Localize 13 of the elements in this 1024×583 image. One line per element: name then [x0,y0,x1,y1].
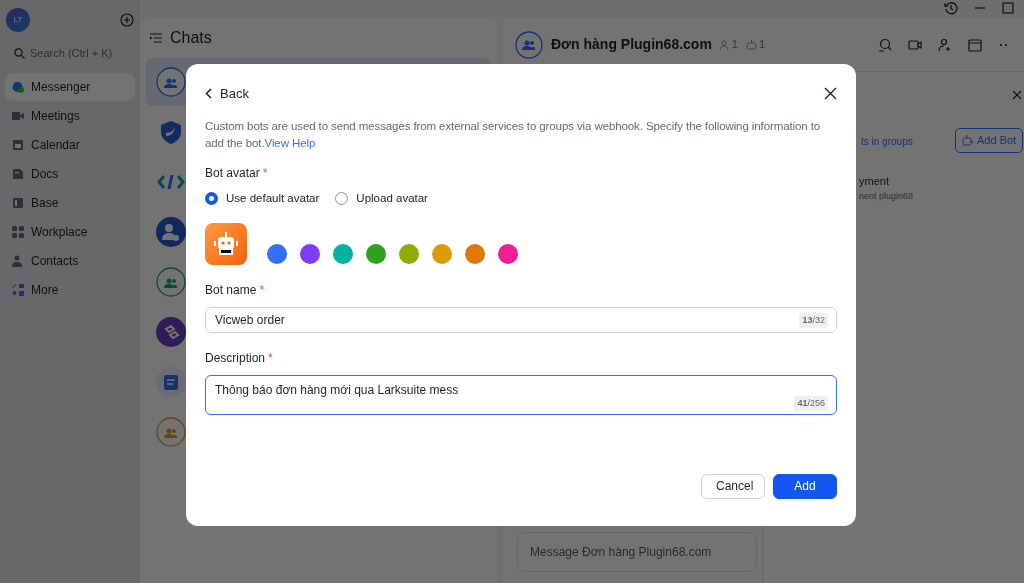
required-mark: * [259,281,265,299]
field-label: Bot avatar [205,164,260,182]
required-mark: * [262,164,268,182]
member-count: 1 [731,37,738,53]
field-label: Description [205,349,266,367]
required-mark: * [268,349,273,367]
bot-count: 1 [759,37,766,53]
bot-description: nent plugin68 [859,190,914,203]
intro-text: Custom bots are used to send messages from external services to groups via webhook. Specify the following information to add the bot.View Help [205,118,822,151]
field-label: Bot name [205,281,257,299]
list-title: Chats [170,28,212,48]
chat-title: Đơn hàng Plugin68.com [551,35,712,54]
bot-name: yment [859,174,889,189]
